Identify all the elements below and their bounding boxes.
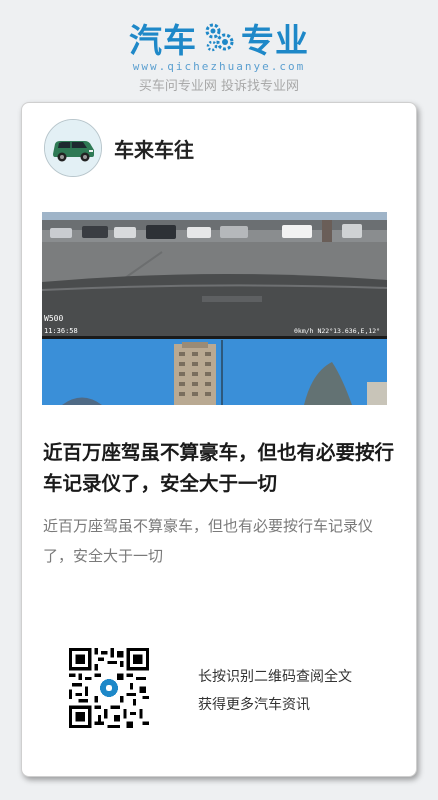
article-summary: 近百万座驾虽不算豪车，但也有必要按行车记录仪了，安全大于一切	[43, 517, 374, 565]
article-title[interactable]: 近百万座驾虽不算豪车，但也有必要按行车记录仪了，安全大于一切	[43, 437, 403, 499]
top-osd-right: 0km/h N22°13.636,E,12°	[294, 327, 380, 335]
author-block[interactable]: 车来车往	[44, 119, 194, 177]
brand-header: 汽车 专业 www.qichezhuanye.com 买车问专业网 投诉找专业网	[0, 16, 438, 94]
qr-hint-line2: 获得更多汽车资讯	[198, 697, 310, 713]
brand-domain: www.qichezhuanye.com	[132, 60, 306, 73]
svg-text:W500: W500	[44, 314, 63, 323]
brand-name-left: 汽车	[129, 21, 197, 60]
dashcam-photo[interactable]: W500 11:36:58 0km/h N22°13.636,E,12°	[42, 212, 387, 405]
top-osd-time: 11:36:58	[44, 327, 78, 335]
qr-hint: 长按识别二维码查阅全文 获得更多汽车资讯	[198, 663, 352, 719]
gear-icon	[205, 23, 234, 52]
brand-tagline: 买车问专业网 投诉找专业网	[138, 79, 300, 94]
brand-logo[interactable]: 汽车 专业	[0, 16, 438, 60]
brand-name-right: 专业	[241, 21, 309, 60]
qr-hint-line1: 长按识别二维码查阅全文	[198, 669, 352, 685]
author-name[interactable]: 车来车往	[114, 134, 194, 163]
article-card[interactable]: 车来车往 W500 11:36:58 0km/h N22°13.636,E,12…	[21, 102, 417, 777]
car-avatar-icon[interactable]	[44, 119, 102, 177]
qr-code-icon[interactable]	[69, 648, 149, 728]
